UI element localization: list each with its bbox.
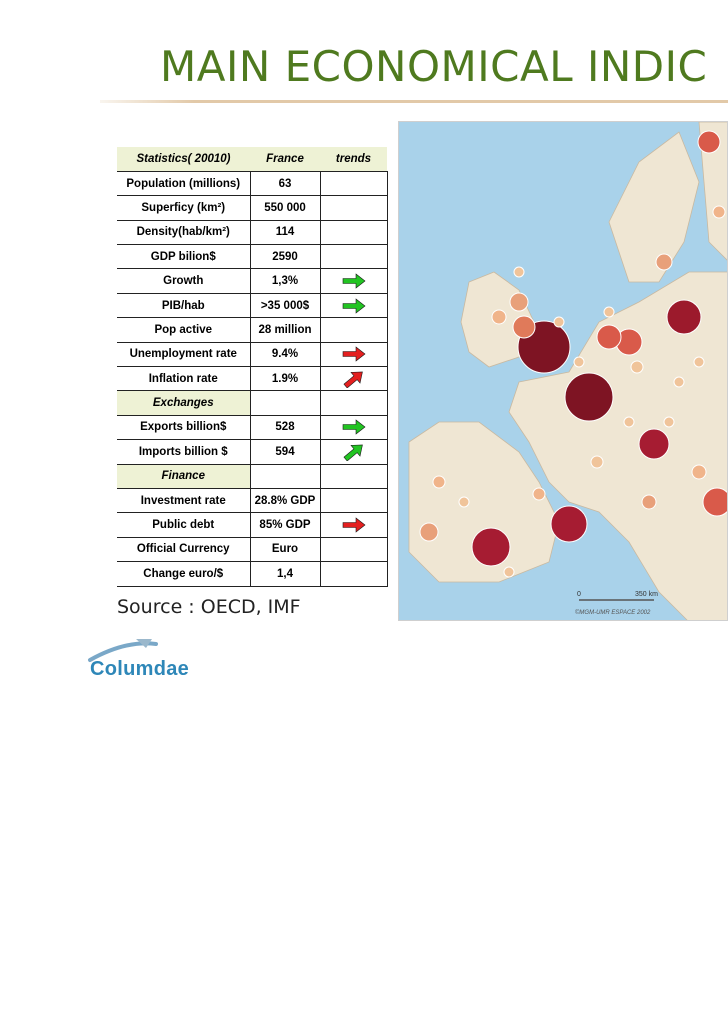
row-trend xyxy=(320,293,388,319)
row-trend xyxy=(320,366,388,392)
section-finance-label: Finance xyxy=(117,464,250,489)
row-trend xyxy=(320,561,388,587)
green-right-arrow-icon xyxy=(342,297,365,314)
table-row: Exports billion$ 528 xyxy=(117,415,388,441)
table-row: Change euro/$ 1,4 xyxy=(117,561,388,587)
columdae-logo: Columdae xyxy=(86,636,206,686)
table-row: Growth 1,3% xyxy=(117,268,388,294)
row-trend xyxy=(320,244,388,270)
green-right-arrow-icon xyxy=(342,419,365,436)
row-value: 550 000 xyxy=(249,195,321,221)
header-statistics: Statistics( 20010) xyxy=(117,147,250,172)
row-trend xyxy=(320,488,388,514)
row-label: Density(hab/km²) xyxy=(117,220,250,246)
slide-title: MAIN ECONOMICAL INDIC xyxy=(160,42,708,91)
row-trend xyxy=(320,195,388,221)
row-value: 1,3% xyxy=(249,268,321,294)
row-label: Inflation rate xyxy=(117,366,250,392)
table-row: Superficy (km²) 550 000 xyxy=(117,195,388,221)
table-row: Inflation rate 1.9% xyxy=(117,366,388,392)
scale-label: 350 km xyxy=(635,591,658,598)
row-value: >35 000$ xyxy=(249,293,321,319)
row-value: 85% GDP xyxy=(249,512,321,538)
table-row: Unemployment rate 9.4% xyxy=(117,342,388,368)
row-label: Investment rate xyxy=(117,488,250,514)
row-label: Public debt xyxy=(117,512,250,538)
row-label: Change euro/$ xyxy=(117,561,250,587)
row-value: 594 xyxy=(249,439,321,465)
table-header-row: Statistics( 20010) France trends xyxy=(117,147,387,172)
row-value: 9.4% xyxy=(249,342,321,368)
row-label: Imports billion $ xyxy=(117,439,250,465)
row-trend xyxy=(320,415,388,441)
table-row: Investment rate 28.8% GDP xyxy=(117,488,388,514)
row-value: 2590 xyxy=(249,244,321,270)
row-value: 1.9% xyxy=(249,366,321,392)
scale-zero: 0 xyxy=(577,591,581,598)
statistics-table: Statistics( 20010) France trends Populat… xyxy=(117,147,388,587)
table-row: PIB/hab >35 000$ xyxy=(117,293,388,319)
table-row: GDP bilion$ 2590 xyxy=(117,244,388,270)
europe-map-image: 0 350 km ©MGM-UMR ESPACE 2002 xyxy=(399,122,727,620)
row-trend xyxy=(320,439,388,465)
row-value: Euro xyxy=(249,537,321,563)
europe-city-map: 0 350 km ©MGM-UMR ESPACE 2002 xyxy=(398,121,728,621)
table-row: Density(hab/km²) 114 xyxy=(117,220,388,246)
red-right-arrow-icon xyxy=(342,517,365,533)
header-country: France xyxy=(250,147,320,172)
table-row: Pop active 28 million xyxy=(117,317,388,343)
row-value: 28 million xyxy=(249,317,321,343)
row-label: Pop active xyxy=(117,317,250,343)
section-exchanges-label: Exchanges xyxy=(117,390,250,416)
row-label: Population (millions) xyxy=(117,171,250,197)
table-row: Population (millions) 63 xyxy=(117,171,388,197)
row-value: 1,4 xyxy=(249,561,321,587)
table-row: Public debt 85% GDP xyxy=(117,512,388,538)
table-row: Official Currency Euro xyxy=(117,537,388,563)
row-label: PIB/hab xyxy=(117,293,250,319)
row-value: 528 xyxy=(249,415,321,441)
row-value: 28.8% GDP xyxy=(249,488,321,514)
row-trend xyxy=(320,512,388,538)
row-trend xyxy=(320,171,388,197)
row-label: Exports billion$ xyxy=(117,415,250,441)
row-label: Unemployment rate xyxy=(117,342,250,368)
red-right-arrow-icon xyxy=(342,346,365,362)
row-trend xyxy=(320,317,388,343)
row-label: GDP bilion$ xyxy=(117,244,250,270)
header-trends: trends xyxy=(320,147,387,172)
source-note: Source : OECD, IMF xyxy=(117,596,301,618)
logo-text: Columdae xyxy=(90,658,190,680)
row-trend xyxy=(320,268,388,294)
green-up-arrow-icon xyxy=(343,444,363,461)
section-exchanges-row: Exchanges xyxy=(117,390,388,416)
row-label: Growth xyxy=(117,268,250,294)
row-value: 63 xyxy=(249,171,321,197)
row-value: 114 xyxy=(249,220,321,246)
map-credit: ©MGM-UMR ESPACE 2002 xyxy=(575,609,651,616)
red-up-arrow-icon xyxy=(343,371,363,388)
table-row: Imports billion $594 xyxy=(117,439,388,465)
green-right-arrow-icon xyxy=(342,273,365,289)
row-label: Superficy (km²) xyxy=(117,195,250,221)
row-trend xyxy=(320,220,388,246)
title-divider xyxy=(100,100,728,103)
row-label: Official Currency xyxy=(117,537,250,563)
row-trend xyxy=(320,342,388,368)
row-trend xyxy=(320,537,388,563)
section-finance-row: Finance xyxy=(117,464,388,489)
